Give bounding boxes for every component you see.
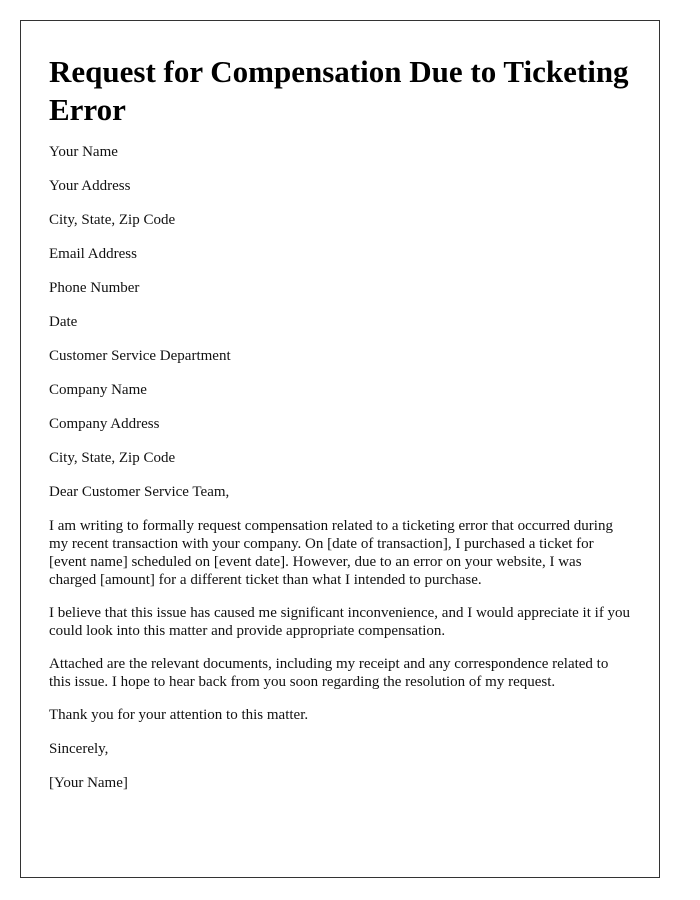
signature: [Your Name] [49, 775, 128, 791]
recipient-department: Customer Service Department [49, 348, 231, 364]
recipient-company: Company Name [49, 382, 147, 398]
recipient-block: Customer Service Department Company Name… [49, 347, 631, 467]
body-paragraph: Thank you for your attention to this mat… [49, 707, 309, 723]
sender-phone: Phone Number [49, 280, 140, 296]
letter-title: Request for Compensation Due to Ticketin… [49, 54, 629, 127]
body-paragraph: I believe that this issue has caused me … [49, 605, 631, 639]
sender-block: Your Name Your Address City, State, Zip … [49, 143, 631, 331]
salutation: Dear Customer Service Team, [49, 484, 230, 500]
sender-address: Your Address [49, 178, 131, 194]
closing: Sincerely, [49, 741, 109, 757]
letter-page: Request for Compensation Due to Ticketin… [20, 20, 660, 878]
sender-email: Email Address [49, 246, 137, 262]
recipient-address: Company Address [49, 416, 160, 432]
body-paragraph: I am writing to formally request compens… [49, 518, 613, 588]
recipient-city-state-zip: City, State, Zip Code [49, 450, 176, 466]
sender-city-state-zip: City, State, Zip Code [49, 212, 176, 228]
body-paragraph: Attached are the relevant documents, inc… [49, 656, 609, 690]
letter-date: Date [49, 314, 78, 330]
sender-name: Your Name [49, 144, 118, 160]
